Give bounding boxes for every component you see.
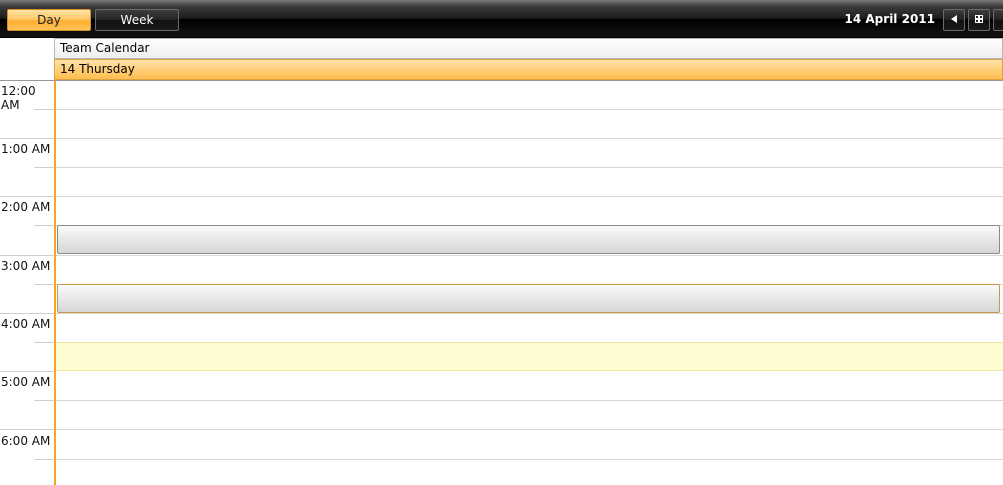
appointment[interactable] [57,225,1000,254]
half-hour-tick [34,284,54,285]
time-slot-line [54,196,1003,197]
day-view-button[interactable]: Day [7,9,91,31]
hour-label: 3:00 AM [1,259,51,273]
time-slot-line [54,167,1003,168]
half-hour-tick [34,225,54,226]
half-hour-tick [34,167,54,168]
calendar-picker-button[interactable] [968,9,990,31]
hour-label: 1:00 AM [1,142,51,156]
header-gutter [0,38,54,80]
hour-label: 5:00 AM [1,375,51,389]
previous-button[interactable] [943,9,965,31]
half-hour-tick [34,109,54,110]
hour-label: 12:00 AM [1,84,36,112]
next-button[interactable] [993,9,1003,31]
triangle-left-icon [951,15,957,25]
hour-label: 6:00 AM [1,434,51,448]
hour-label: 4:00 AM [1,317,51,331]
hour-tick [0,313,54,314]
hour-tick [0,196,54,197]
time-slot-line [54,255,1003,256]
hour-label: 2:00 AM [1,200,51,214]
hour-tick [0,429,54,430]
day-column[interactable] [54,81,1003,485]
day-header[interactable]: 14 Thursday [54,59,1003,80]
time-ruler: 12:00 AM 1:00 AM 2:00 AM 3:00 AM 4:00 AM… [0,81,54,485]
current-time-indicator [54,81,56,485]
hour-tick [0,138,54,139]
resource-header: Team Calendar [54,38,1003,59]
hour-tick [0,371,54,372]
time-slot-line [54,459,1003,460]
current-date-label: 14 April 2011 [844,12,935,26]
half-hour-tick [34,400,54,401]
time-slot-line [54,400,1003,401]
time-slot-line [54,313,1003,314]
half-hour-tick [34,342,54,343]
scheduler-toolbar: Day Week 14 April 2011 [0,0,1003,38]
week-view-button[interactable]: Week [95,9,179,31]
time-slot-line [54,429,1003,430]
half-hour-tick [34,459,54,460]
calendar-grid-icon [975,15,983,25]
time-slot-line [54,109,1003,110]
time-slot-line [54,138,1003,139]
hour-tick [0,255,54,256]
selected-time-slot[interactable] [54,342,1003,371]
appointment[interactable] [57,284,1000,313]
